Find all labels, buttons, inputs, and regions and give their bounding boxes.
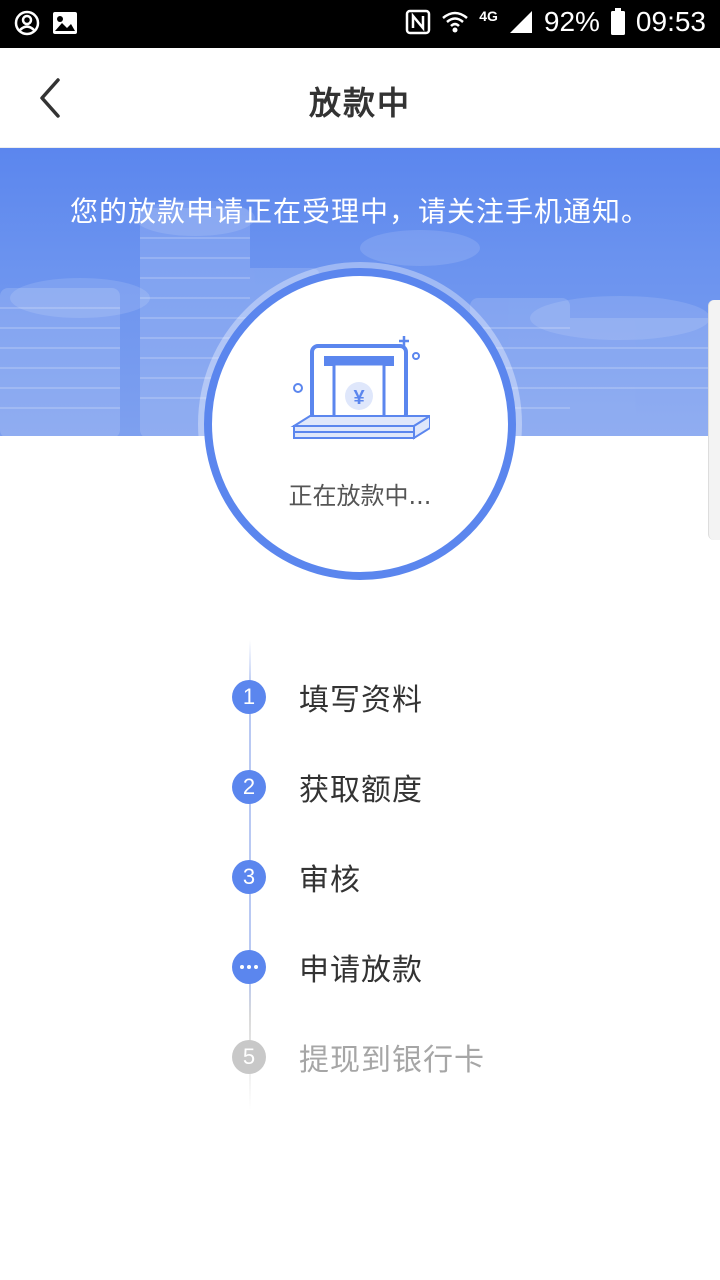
nfc-icon (405, 9, 431, 35)
battery-icon (610, 8, 626, 36)
step-label: 填写资料 (299, 683, 423, 718)
page-title: 放款中 (308, 84, 411, 122)
step-apply-loan: 申请放款 (232, 947, 423, 988)
step-number-badge: 3 (232, 860, 266, 894)
wifi-icon (441, 9, 469, 35)
clock: 09:53 (635, 6, 706, 37)
image-icon (52, 11, 78, 35)
step-withdraw-to-card: 5 提现到银行卡 (232, 1037, 485, 1078)
step-label: 审核 (299, 863, 361, 898)
step-number-badge: 1 (232, 680, 266, 714)
network-type-label: 4G (479, 8, 498, 24)
status-caption: 正在放款中... (288, 482, 432, 510)
step-fill-info: 1 填写资料 (232, 677, 423, 718)
status-card: ¥ 正在放款中... (204, 268, 516, 580)
progress-steps: 1 填写资料 2 获取额度 3 审核 申请放款 5 提现到银行卡 (0, 640, 720, 1120)
step-label: 获取额度 (299, 773, 423, 808)
step-number-badge: 5 (232, 1040, 266, 1074)
atm-cash-icon: ¥ (290, 336, 430, 440)
step-number-badge: 2 (232, 770, 266, 804)
side-scroll-handle[interactable] (708, 300, 720, 540)
step-label: 提现到银行卡 (299, 1043, 485, 1078)
account-circle-icon (14, 10, 40, 36)
app-header: 放款中 (0, 48, 720, 148)
step-get-quota: 2 获取额度 (232, 767, 423, 808)
signal-icon (508, 9, 534, 35)
status-bar: 4G 92% 09:53 (0, 0, 720, 48)
banner-message: 您的放款申请正在受理中，请关注手机通知。 (69, 195, 650, 228)
battery-percent: 92% (543, 6, 600, 37)
currency-symbol: ¥ (353, 387, 365, 409)
step-review: 3 审核 (232, 857, 361, 898)
in-progress-dots-icon (232, 950, 266, 984)
step-label: 申请放款 (299, 953, 423, 988)
